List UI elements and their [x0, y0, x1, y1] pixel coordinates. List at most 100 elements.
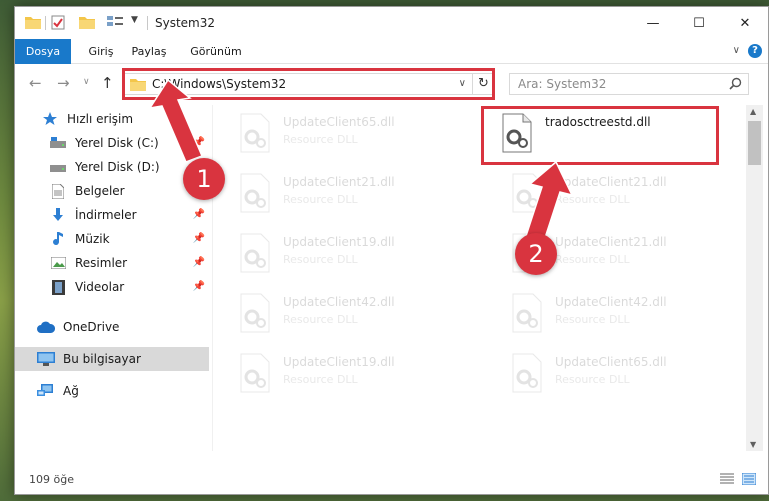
sidebar-item-this-pc[interactable]: Bu bilgisayar [15, 347, 209, 371]
back-arrow-icon[interactable]: ← [29, 74, 42, 92]
file-highlight [481, 106, 719, 165]
file-tile[interactable]: UpdateClient42.dll Resource DLL [213, 289, 443, 343]
file-name: UpdateClient42.dll [555, 295, 667, 309]
file-tile[interactable]: UpdateClient21.dll Resource DLL [213, 169, 443, 223]
pictures-icon [49, 255, 67, 271]
vertical-scrollbar[interactable]: ▲ ▼ [746, 105, 763, 451]
forward-arrow-icon[interactable]: → [57, 74, 70, 92]
step-2-badge: 2 [515, 233, 557, 275]
sidebar-item-label: Ağ [63, 384, 79, 398]
step-1-badge: 1 [183, 158, 225, 200]
dll-file-icon [237, 173, 273, 216]
title-bar: ▼ System32 — ☐ ✕ [15, 7, 768, 39]
sidebar-item-pictures[interactable]: Resimler 📌 [15, 251, 209, 275]
file-type: Resource DLL [555, 373, 630, 386]
pin-icon[interactable]: 📌 [193, 137, 205, 148]
sidebar-item-documents[interactable]: Belgeler [15, 179, 209, 203]
pin-icon[interactable]: 📌 [193, 281, 205, 292]
tab-share[interactable]: Paylaş [125, 39, 173, 64]
dll-file-icon [509, 173, 545, 216]
sidebar-item-label: Bu bilgisayar [63, 352, 141, 366]
search-placeholder[interactable]: Ara: System32 [518, 77, 606, 91]
computer-icon [37, 351, 55, 367]
tab-file[interactable]: Dosya [15, 39, 71, 64]
sidebar-item-label: Resimler [75, 256, 128, 270]
recent-locations-chevron-icon[interactable]: ∨ [83, 77, 90, 87]
scroll-up-icon[interactable]: ▲ [750, 107, 756, 116]
tab-home[interactable]: Giriş [81, 39, 121, 64]
file-type: Resource DLL [555, 193, 630, 206]
customize-toolbar-icon[interactable] [107, 15, 125, 29]
search-icon[interactable] [729, 77, 742, 93]
music-icon [49, 231, 67, 247]
file-name: UpdateClient65.dll [555, 355, 667, 369]
details-view-icon[interactable] [720, 473, 734, 488]
star-icon [41, 111, 59, 127]
sidebar-item-label: Yerel Disk (D:) [75, 160, 160, 174]
properties-check-icon[interactable] [51, 15, 65, 30]
title-separator [147, 16, 148, 30]
file-name: UpdateClient19.dll [283, 355, 395, 369]
quick-access-dropdown-icon[interactable]: ▼ [131, 15, 138, 25]
sidebar-item-network[interactable]: Ağ [15, 379, 209, 403]
file-name: UpdateClient21.dll [283, 175, 395, 189]
file-name: UpdateClient42.dll [283, 295, 395, 309]
file-type: Resource DLL [283, 313, 358, 326]
ribbon-tabs: Dosya Giriş Paylaş Görünüm ∨ ? [15, 39, 768, 64]
scroll-thumb[interactable] [748, 121, 761, 165]
new-folder-icon[interactable] [79, 15, 95, 29]
cloud-icon [37, 319, 55, 335]
drive-icon [49, 159, 67, 175]
sidebar-item-label: İndirmeler [75, 208, 137, 222]
sidebar-item-local-disk-c[interactable]: Yerel Disk (C:) 📌 [15, 131, 209, 155]
file-tile[interactable]: UpdateClient19.dll Resource DLL [213, 349, 443, 403]
file-tile[interactable]: UpdateClient19.dll Resource DLL [213, 229, 443, 283]
folder-icon[interactable] [25, 15, 41, 29]
expand-ribbon-icon[interactable]: ∨ [733, 45, 740, 56]
download-icon [49, 207, 67, 223]
dll-file-icon [509, 353, 545, 396]
sidebar-item-downloads[interactable]: İndirmeler 📌 [15, 203, 209, 227]
navigation-pane: Hızlı erişim Yerel Disk (C:) 📌 Yerel Dis… [15, 105, 211, 451]
sidebar-item-label: Videolar [75, 280, 125, 294]
file-name: UpdateClient65.dll [283, 115, 395, 129]
sidebar-item-local-disk-d[interactable]: Yerel Disk (D:) [15, 155, 209, 179]
drive-icon [49, 135, 67, 151]
toolbar-separator [45, 16, 46, 30]
search-box[interactable]: Ara: System32 [509, 73, 749, 95]
sidebar-item-onedrive[interactable]: OneDrive [15, 315, 209, 339]
file-tile[interactable]: UpdateClient65.dll Resource DLL [213, 109, 443, 163]
file-name: UpdateClient21.dll [555, 175, 667, 189]
dll-file-icon [509, 293, 545, 336]
pin-icon[interactable]: 📌 [193, 233, 205, 244]
sidebar-item-label: Hızlı erişim [67, 112, 134, 126]
document-icon [49, 183, 67, 199]
tiles-view-icon[interactable] [741, 472, 757, 488]
minimize-button[interactable]: — [630, 7, 676, 39]
pin-icon[interactable]: 📌 [193, 209, 205, 220]
up-arrow-icon[interactable]: ↑ [101, 74, 114, 92]
close-button[interactable]: ✕ [722, 7, 768, 39]
sidebar-item-quick-access[interactable]: Hızlı erişim [15, 107, 209, 131]
help-icon[interactable]: ? [748, 44, 762, 58]
file-tile[interactable]: UpdateClient42.dll Resource DLL [485, 289, 715, 343]
tab-view[interactable]: Görünüm [185, 39, 247, 64]
sidebar-item-music[interactable]: Müzik 📌 [15, 227, 209, 251]
file-type: Resource DLL [283, 253, 358, 266]
maximize-button[interactable]: ☐ [676, 7, 722, 39]
file-type: Resource DLL [283, 373, 358, 386]
dll-file-icon [237, 353, 273, 396]
item-count: 109 öğe [29, 473, 74, 486]
address-bar-highlight [122, 68, 495, 100]
pin-icon[interactable]: 📌 [193, 257, 205, 268]
dll-file-icon [237, 293, 273, 336]
sidebar-item-videos[interactable]: Videolar 📌 [15, 275, 209, 299]
sidebar-item-label: Müzik [75, 232, 110, 246]
file-tile[interactable]: UpdateClient21.dll Resource DLL [485, 169, 715, 223]
scroll-down-icon[interactable]: ▼ [750, 440, 756, 449]
file-type: Resource DLL [283, 133, 358, 146]
file-type: Resource DLL [283, 193, 358, 206]
file-tile[interactable]: UpdateClient65.dll Resource DLL [485, 349, 715, 403]
status-bar: 109 öğe [15, 465, 768, 494]
window-title: System32 [155, 16, 216, 30]
